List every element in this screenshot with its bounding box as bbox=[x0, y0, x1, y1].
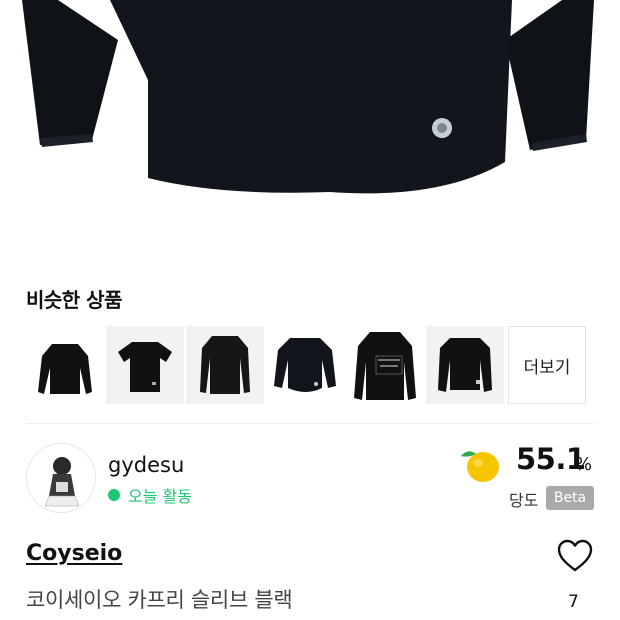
beta-badge: Beta bbox=[546, 486, 594, 510]
sweetness-label: 당도 bbox=[509, 491, 539, 510]
similar-products-list: 더보기 bbox=[26, 326, 586, 404]
heart-icon[interactable] bbox=[556, 538, 594, 574]
similar-product-4[interactable] bbox=[266, 326, 344, 404]
sweetness-unit: % bbox=[575, 454, 593, 475]
similar-product-5[interactable] bbox=[346, 326, 424, 404]
brand-link[interactable]: Coyseio bbox=[26, 541, 122, 566]
similar-product-6[interactable] bbox=[426, 326, 504, 404]
avatar-figure-icon bbox=[27, 444, 95, 512]
section-divider bbox=[26, 423, 594, 424]
product-main-image[interactable] bbox=[0, 0, 620, 262]
similar-product-2[interactable] bbox=[106, 326, 184, 404]
like-count: 7 bbox=[568, 592, 579, 612]
seller-avatar[interactable] bbox=[26, 443, 96, 513]
seller-name[interactable]: gydesu bbox=[108, 453, 184, 477]
more-similar-button[interactable]: 더보기 bbox=[508, 326, 586, 404]
similar-product-1[interactable] bbox=[26, 326, 104, 404]
seller-status: 오늘 활동 bbox=[108, 483, 192, 507]
similar-products-title: 비슷한 상품 bbox=[26, 288, 122, 312]
active-status-dot-icon bbox=[108, 489, 120, 501]
seller-status-text: 오늘 활동 bbox=[128, 487, 192, 506]
product-shirt-image bbox=[22, 0, 594, 194]
apple-icon bbox=[458, 444, 502, 484]
product-title: 코이세이오 카프리 슬리브 블랙 bbox=[26, 588, 293, 612]
similar-product-3[interactable] bbox=[186, 326, 264, 404]
